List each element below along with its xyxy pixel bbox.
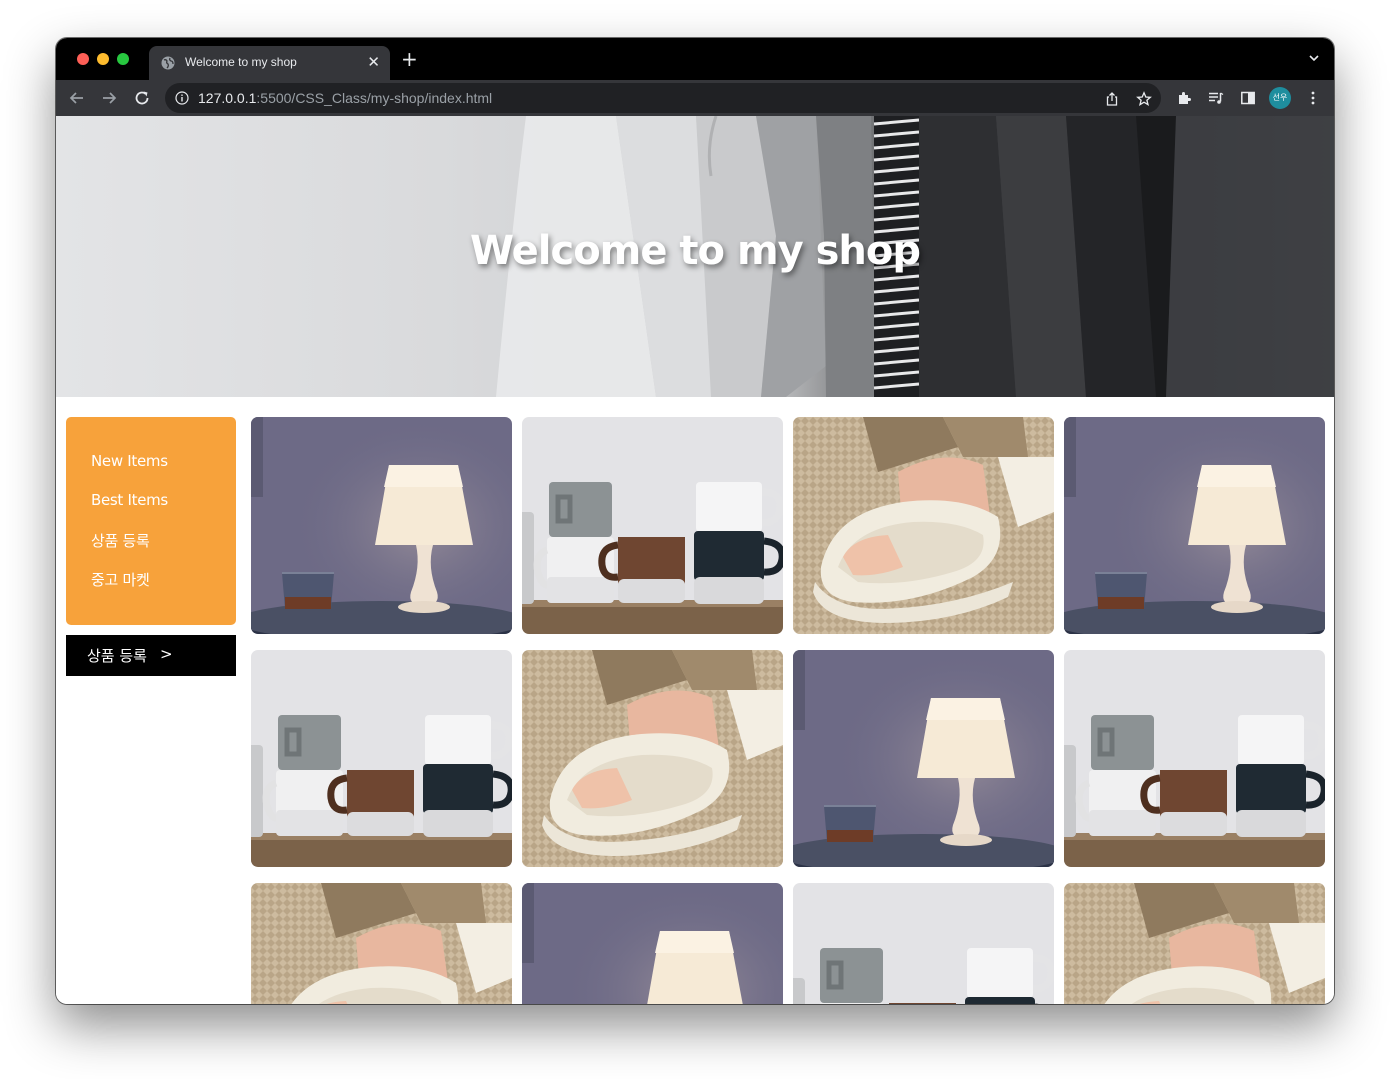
- sidebar-item-product-register[interactable]: 상품 등록: [91, 530, 150, 551]
- browser-window: Welcome to my shop ✕ + 127.0.0.1:5500/CS…: [56, 38, 1334, 1004]
- product-image-mugs: [1064, 650, 1325, 867]
- product-card-lamp[interactable]: [793, 650, 1054, 867]
- sidebar-item-new-items[interactable]: New Items: [91, 452, 168, 470]
- product-card-lamp[interactable]: [522, 883, 783, 1004]
- product-image-slippers: [1064, 883, 1325, 1004]
- sidebar-item-best-items[interactable]: Best Items: [91, 491, 168, 509]
- product-image-slippers: [793, 417, 1054, 634]
- share-icon[interactable]: [1104, 91, 1120, 107]
- url-text[interactable]: 127.0.0.1:5500/CSS_Class/my-shop/index.h…: [198, 90, 492, 106]
- close-window-button[interactable]: [77, 53, 89, 65]
- more-menu-icon[interactable]: [1305, 90, 1321, 106]
- back-arrow-icon[interactable]: [68, 89, 86, 107]
- product-image-slippers: [522, 650, 783, 867]
- hero-banner: Welcome to my shop: [56, 116, 1334, 397]
- product-card-mugs[interactable]: [793, 883, 1054, 1004]
- page-content: Welcome to my shop New Items Best Items …: [56, 116, 1334, 1004]
- forward-arrow-icon[interactable]: [100, 89, 118, 107]
- sidebar-menu: New Items Best Items 상품 등록 중고 마켓: [66, 417, 236, 625]
- side-panel-icon[interactable]: [1240, 90, 1256, 106]
- chevron-right-icon: >: [160, 645, 173, 663]
- product-image-mugs: [251, 650, 512, 867]
- chevron-down-icon[interactable]: [1308, 52, 1320, 64]
- address-bar[interactable]: 127.0.0.1:5500/CSS_Class/my-shop/index.h…: [165, 83, 1161, 113]
- product-image-lamp: [251, 417, 512, 634]
- product-image-lamp: [522, 883, 783, 1004]
- info-icon[interactable]: [175, 91, 189, 105]
- product-image-slippers: [251, 883, 512, 1004]
- product-card-slippers[interactable]: [522, 650, 783, 867]
- reload-icon[interactable]: [133, 89, 151, 107]
- product-card-slippers[interactable]: [793, 417, 1054, 634]
- product-card-lamp[interactable]: [251, 417, 512, 634]
- product-card-lamp[interactable]: [1064, 417, 1325, 634]
- maximize-window-button[interactable]: [117, 53, 129, 65]
- product-card-mugs[interactable]: [1064, 650, 1325, 867]
- profile-avatar[interactable]: 선우: [1269, 87, 1291, 109]
- url-path: :5500/CSS_Class/my-shop/index.html: [256, 90, 493, 106]
- bookmark-star-icon[interactable]: [1136, 91, 1152, 107]
- tab-bar: Welcome to my shop ✕ +: [56, 38, 1334, 80]
- url-host: 127.0.0.1: [198, 90, 257, 106]
- product-image-mugs: [793, 883, 1054, 1004]
- register-button-label: 상품 등록: [87, 647, 147, 665]
- register-product-button[interactable]: 상품 등록 >: [66, 635, 236, 676]
- browser-tab[interactable]: Welcome to my shop ✕: [149, 46, 390, 80]
- media-control-icon[interactable]: [1208, 90, 1224, 106]
- sidebar-item-used-market[interactable]: 중고 마켓: [91, 569, 150, 590]
- close-tab-icon[interactable]: ✕: [367, 54, 380, 70]
- product-card-mugs[interactable]: [522, 417, 783, 634]
- tab-title: Welcome to my shop: [185, 55, 297, 69]
- product-card-slippers[interactable]: [251, 883, 512, 1004]
- hero-title: Welcome to my shop: [469, 228, 921, 274]
- minimize-window-button[interactable]: [97, 53, 109, 65]
- extensions-puzzle-icon[interactable]: [1176, 90, 1192, 106]
- globe-icon: [161, 56, 175, 70]
- product-card-mugs[interactable]: [251, 650, 512, 867]
- product-image-mugs: [522, 417, 783, 634]
- browser-toolbar: 127.0.0.1:5500/CSS_Class/my-shop/index.h…: [56, 80, 1334, 116]
- product-card-slippers[interactable]: [1064, 883, 1325, 1004]
- new-tab-button[interactable]: +: [401, 49, 418, 69]
- product-image-lamp: [793, 650, 1054, 867]
- product-image-lamp: [1064, 417, 1325, 634]
